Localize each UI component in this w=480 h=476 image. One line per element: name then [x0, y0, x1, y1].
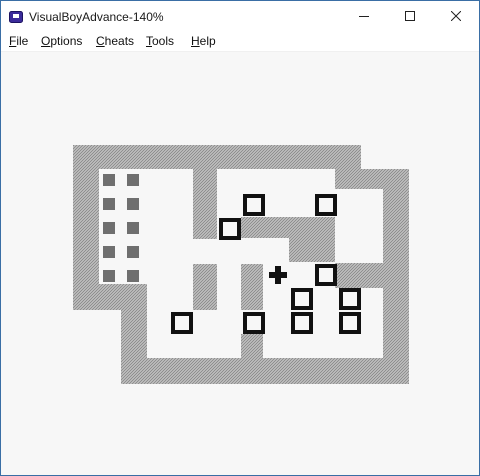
menu-tools[interactable]: Tools	[146, 34, 174, 48]
box	[291, 288, 313, 310]
maximize-icon	[405, 11, 415, 21]
goal-marker	[127, 270, 139, 282]
maximize-button[interactable]	[387, 1, 433, 31]
goal-marker	[103, 198, 115, 210]
box	[315, 264, 337, 286]
minimize-icon	[359, 16, 369, 17]
goal-marker	[103, 174, 115, 186]
menu-cheats[interactable]: Cheats	[96, 34, 134, 48]
vba-window: VisualBoyAdvance-140% File Options Cheat…	[0, 0, 480, 476]
box	[243, 194, 265, 216]
goal-marker	[127, 222, 139, 234]
box	[219, 218, 241, 240]
title-bar[interactable]: VisualBoyAdvance-140%	[1, 1, 479, 31]
menu-help[interactable]: Help	[191, 34, 216, 48]
box	[339, 312, 361, 334]
menu-file[interactable]: File	[9, 34, 28, 48]
box	[243, 312, 265, 334]
close-button[interactable]	[433, 1, 479, 31]
menu-options[interactable]: Options	[41, 34, 82, 48]
goal-marker	[103, 222, 115, 234]
window-title: VisualBoyAdvance-140%	[29, 10, 164, 24]
minimize-button[interactable]	[341, 1, 387, 31]
box	[291, 312, 313, 334]
box	[315, 194, 337, 216]
goal-marker	[127, 198, 139, 210]
game-screen[interactable]	[1, 52, 479, 475]
goal-marker	[127, 246, 139, 258]
goal-marker	[127, 174, 139, 186]
close-icon	[451, 11, 461, 21]
box	[339, 288, 361, 310]
box	[171, 312, 193, 334]
sokoban-board	[73, 145, 409, 384]
goal-marker	[103, 270, 115, 282]
menu-bar: File Options Cheats Tools Help	[1, 31, 479, 52]
vba-app-icon[interactable]	[9, 10, 23, 23]
goal-marker	[103, 246, 115, 258]
